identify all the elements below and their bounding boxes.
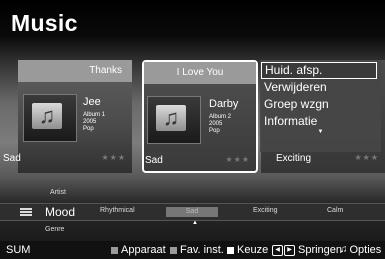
footer-bar: SUM Apparaat Fav. inst. Keuze ◀ ▶ Springen…	[0, 241, 385, 259]
menu-item-change-group[interactable]: Groep wzgn	[260, 96, 381, 113]
mood-option-exciting[interactable]: Exciting	[253, 207, 278, 214]
page-title: Music	[11, 10, 78, 36]
album-year: 2005	[83, 119, 97, 125]
album-meta: Album 2 2005 Pop	[209, 114, 231, 135]
rating-stars: ★★★	[354, 153, 379, 162]
artist-name: Jee	[83, 96, 101, 108]
options-button[interactable]: ♫ Opties	[340, 241, 381, 259]
forward-icon: ▶	[284, 244, 295, 256]
rating-stars: ★★★	[101, 153, 126, 162]
song-title: Thanks	[18, 60, 132, 82]
menu-item-information[interactable]: Informatie	[260, 113, 381, 130]
menu-item-delete[interactable]: Verwijderen	[260, 79, 381, 96]
category-prev[interactable]: Artist	[50, 189, 66, 196]
menu-item-current-playing[interactable]: Huid. afsp.	[261, 62, 377, 79]
album-art: ♫	[23, 94, 77, 142]
album-art: ♫	[147, 96, 201, 144]
music-note-icon: ♫	[32, 103, 62, 129]
card-mood: Sad	[3, 153, 21, 164]
song-title: I Love You	[144, 62, 256, 84]
artist-name: Darby	[209, 98, 239, 110]
album-genre: Pop	[83, 126, 94, 132]
grey-square-icon	[111, 246, 118, 254]
music-note-icon: ♫	[156, 105, 186, 131]
rating-stars: ★★★	[225, 155, 250, 164]
sum-label: SUM	[6, 244, 31, 256]
mood-option-calm[interactable]: Calm	[327, 207, 343, 214]
list-icon	[20, 208, 32, 216]
jump-button[interactable]: ◀ ▶ Springen	[272, 241, 342, 259]
album-meta: Album 1 2005 Pop	[83, 112, 105, 133]
album-name: Album 2	[209, 114, 232, 120]
fav-button[interactable]: Fav. inst.	[170, 241, 224, 259]
jump-label: Springen	[298, 244, 343, 256]
album-name: Album 1	[83, 112, 106, 118]
album-genre: Pop	[209, 128, 220, 134]
category-next[interactable]: Genre	[45, 226, 64, 233]
mood-option-sad[interactable]: Sad	[166, 207, 218, 217]
options-icon: ♫	[340, 244, 348, 255]
context-menu: Huid. afsp. Verwijderen Groep wzgn Infor…	[260, 60, 381, 152]
card-mood: Sad	[145, 155, 163, 166]
device-label: Apparaat	[121, 244, 166, 256]
fav-label: Fav. inst.	[180, 244, 224, 256]
mood-option-rhythmical[interactable]: Rhythmical	[100, 207, 135, 214]
card-mood: Exciting	[276, 153, 312, 164]
white-square-icon	[227, 246, 234, 254]
music-card-2-selected[interactable]: I Love You ♫ Darby Album 2 2005 Pop Sad …	[142, 60, 258, 173]
category-bar: Mood Rhythmical Sad Exciting Calm	[0, 203, 385, 221]
grey-square-icon	[170, 246, 177, 254]
device-button[interactable]: Apparaat	[111, 241, 166, 259]
album-year: 2005	[209, 121, 223, 127]
rewind-icon: ◀	[272, 244, 283, 256]
music-screen: Music Thanks ♫ Jee Album 1 2005 Pop Sad …	[0, 0, 385, 259]
music-card-1[interactable]: Thanks ♫ Jee Album 1 2005 Pop Sad ★★★	[3, 60, 132, 173]
select-label: Keuze	[237, 244, 269, 256]
select-button[interactable]: Keuze	[227, 241, 268, 259]
selection-caret-icon: ▲	[192, 220, 198, 226]
options-label: Opties	[349, 244, 382, 256]
category-current: Mood	[45, 205, 76, 219]
